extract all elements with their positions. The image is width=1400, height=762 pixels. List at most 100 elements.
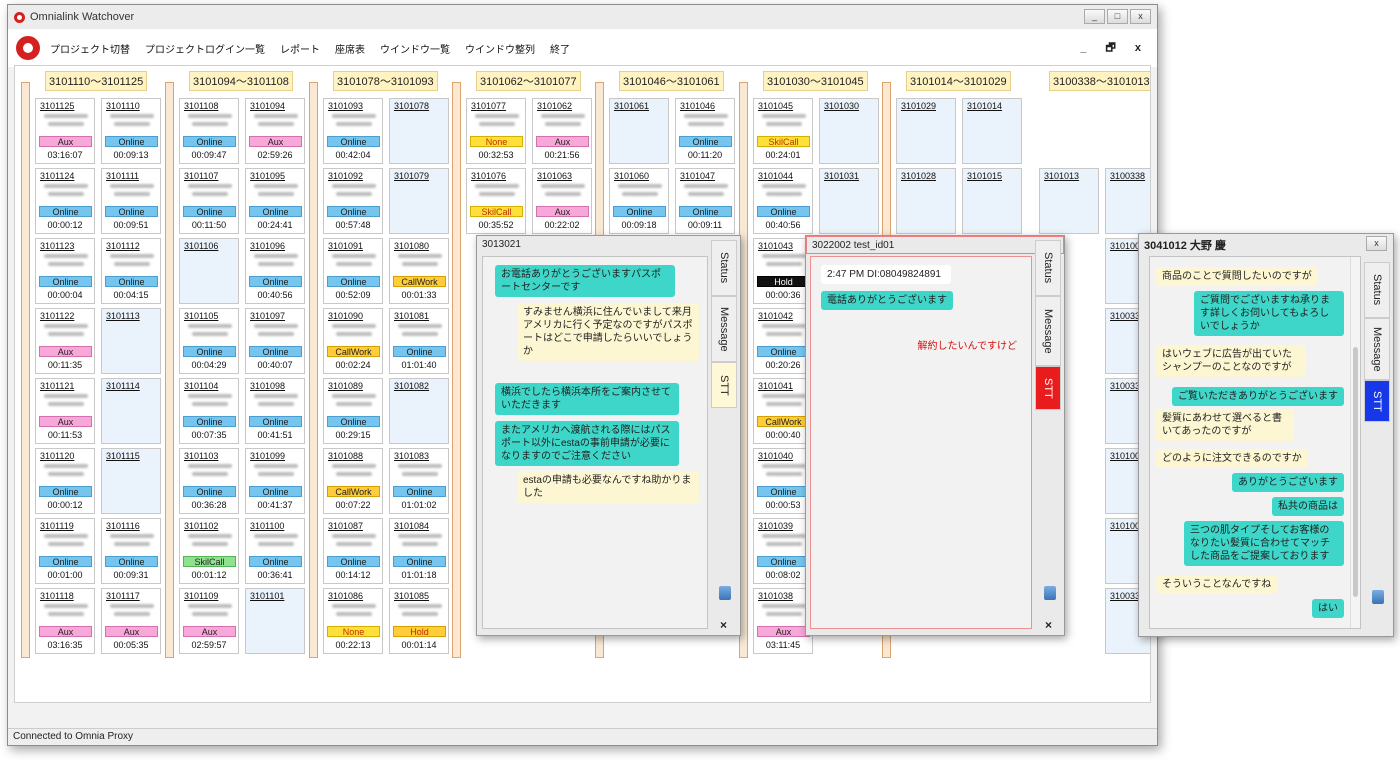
seat-id-link[interactable]: 3101028 <box>901 171 936 181</box>
seat-id-link[interactable]: 3101031 <box>824 171 859 181</box>
seat-card[interactable]: 3101110 Online 00:09:13 <box>101 98 161 164</box>
mdi-controls[interactable]: _ 🗗 x <box>1080 39 1149 58</box>
seat-id-link[interactable]: 3101112 <box>106 241 140 251</box>
seat-card[interactable]: 3101044 Online 00:40:56 <box>753 168 813 234</box>
close-icon[interactable]: × <box>720 618 727 632</box>
close-button[interactable]: x <box>1130 9 1151 24</box>
seat-card[interactable]: 3101120 Online 00:00:12 <box>35 448 95 514</box>
seat-id-link[interactable]: 3101104 <box>184 381 218 391</box>
seat-card[interactable]: 3101125 Aux 03:16:07 <box>35 98 95 164</box>
seat-id-link[interactable]: 3101042 <box>758 311 793 321</box>
seat-id-link[interactable]: 3101061 <box>614 101 649 111</box>
seat-card[interactable]: 3101080 CallWork 00:01:33 <box>389 238 449 304</box>
close-button[interactable]: x <box>1366 236 1387 251</box>
seat-id-link[interactable]: 3101124 <box>40 171 74 181</box>
seat-card[interactable]: 3101045 SkilCall 00:24:01 <box>753 98 813 164</box>
seat-id-link[interactable]: 3101086 <box>328 591 363 601</box>
seat-card[interactable]: 3101113 <box>101 308 161 374</box>
seat-card[interactable]: 3101090 CallWork 00:02:24 <box>323 308 383 374</box>
seat-card[interactable]: 3101118 Aux 03:16:35 <box>35 588 95 654</box>
seat-card[interactable]: 3101091 Online 00:52:09 <box>323 238 383 304</box>
seat-id-link[interactable]: 3101117 <box>106 591 140 601</box>
seat-id-link[interactable]: 3101103 <box>184 451 218 461</box>
seat-id-link[interactable]: 3101060 <box>614 171 649 181</box>
seat-card[interactable]: 3101015 <box>962 168 1022 234</box>
seat-id-link[interactable]: 3101113 <box>106 311 140 321</box>
seat-card[interactable]: 3101085 Hold 00:01:14 <box>389 588 449 654</box>
menu-project-login-list[interactable]: プロジェクトログイン一覧 <box>145 41 265 56</box>
seat-id-link[interactable]: 3101047 <box>680 171 715 181</box>
minimize-button[interactable]: _ <box>1084 9 1105 24</box>
seat-id-link[interactable]: 3101093 <box>328 101 363 111</box>
seat-card[interactable]: 3101122 Aux 00:11:35 <box>35 308 95 374</box>
seat-id-link[interactable]: 3101085 <box>394 591 429 601</box>
seat-id-link[interactable]: 3101014 <box>967 101 1002 111</box>
seat-id-link[interactable]: 3101118 <box>40 591 74 601</box>
seat-id-link[interactable]: 3101079 <box>394 171 429 181</box>
menu-seating-chart[interactable]: 座席表 <box>335 41 365 56</box>
seat-id-link[interactable]: 3101105 <box>184 311 218 321</box>
seat-id-link[interactable]: 3101107 <box>184 171 218 181</box>
seat-id-link[interactable]: 3101046 <box>680 101 715 111</box>
seat-card[interactable]: 3101108 Online 00:09:47 <box>179 98 239 164</box>
seat-card[interactable]: 3101043 Hold 00:00:36 <box>753 238 813 304</box>
seat-card[interactable]: 3101109 Aux 02:59:57 <box>179 588 239 654</box>
tab-stt[interactable]: STT <box>1364 380 1390 422</box>
seat-card[interactable]: 3100338 <box>1105 168 1150 234</box>
close-icon[interactable]: × <box>1045 618 1052 632</box>
seat-id-link[interactable]: 3101078 <box>394 101 429 111</box>
seat-card[interactable]: 3101106 <box>179 238 239 304</box>
seat-id-link[interactable]: 3101092 <box>328 171 363 181</box>
seat-card[interactable]: 3101105 Online 00:04:29 <box>179 308 239 374</box>
seat-card[interactable]: 3101014 <box>962 98 1022 164</box>
seat-card[interactable]: 3101093 Online 00:42:04 <box>323 98 383 164</box>
seat-id-link[interactable]: 3101122 <box>40 311 74 321</box>
seat-id-link[interactable]: 3101108 <box>184 101 218 111</box>
seat-card[interactable]: 3101083 Online 01:01:02 <box>389 448 449 514</box>
seat-card[interactable]: 3101039 Online 00:08:02 <box>753 518 813 584</box>
seat-card[interactable]: 3101076 SkilCall 00:35:52 <box>466 168 526 234</box>
seat-card[interactable]: 3101115 <box>101 448 161 514</box>
maximize-button[interactable]: □ <box>1107 9 1128 24</box>
seat-id-link[interactable]: 3101015 <box>967 171 1002 181</box>
attach-icon[interactable] <box>719 586 731 600</box>
seat-card[interactable]: 3101077 None 00:32:53 <box>466 98 526 164</box>
menu-window-list[interactable]: ウインドウ一覧 <box>380 41 450 56</box>
menu-window-arrange[interactable]: ウインドウ整列 <box>465 41 535 56</box>
seat-card[interactable]: 3101088 CallWork 00:07:22 <box>323 448 383 514</box>
seat-id-link[interactable]: 3101115 <box>106 451 140 461</box>
seat-id-link[interactable]: 3101088 <box>328 451 363 461</box>
seat-card[interactable]: 3101062 Aux 00:21:56 <box>532 98 592 164</box>
tab-status[interactable]: Status <box>711 240 737 296</box>
seat-card[interactable]: 3101114 <box>101 378 161 444</box>
seat-id-link[interactable]: 3101109 <box>184 591 218 601</box>
seat-id-link[interactable]: 3101102 <box>184 521 218 531</box>
seat-id-link[interactable]: 3101097 <box>250 311 285 321</box>
seat-id-link[interactable]: 3101111 <box>106 171 139 181</box>
chat-scrollbar[interactable] <box>1350 257 1360 628</box>
seat-card[interactable]: 3101092 Online 00:57:48 <box>323 168 383 234</box>
seat-id-link[interactable]: 3101029 <box>901 101 936 111</box>
seat-card[interactable]: 3101042 Online 00:20:26 <box>753 308 813 374</box>
tab-stt[interactable]: STT <box>711 362 737 408</box>
seat-id-link[interactable]: 3101125 <box>40 101 74 111</box>
seat-id-link[interactable]: 3101094 <box>250 101 285 111</box>
seat-card[interactable]: 3101112 Online 00:04:15 <box>101 238 161 304</box>
seat-id-link[interactable]: 3101123 <box>40 241 74 251</box>
seat-card[interactable]: 3101079 <box>389 168 449 234</box>
seat-card[interactable]: 3101116 Online 00:09:31 <box>101 518 161 584</box>
seat-card[interactable]: 3101097 Online 00:40:07 <box>245 308 305 374</box>
seat-card[interactable]: 3101094 Aux 02:59:26 <box>245 98 305 164</box>
seat-card[interactable]: 3101123 Online 00:00:04 <box>35 238 95 304</box>
seat-id-link[interactable]: 3101098 <box>250 381 285 391</box>
seat-id-link[interactable]: 3101044 <box>758 171 793 181</box>
seat-card[interactable]: 3101060 Online 00:09:18 <box>609 168 669 234</box>
seat-card[interactable]: 3101089 Online 00:29:15 <box>323 378 383 444</box>
seat-card[interactable]: 3101121 Aux 00:11:53 <box>35 378 95 444</box>
seat-id-link[interactable]: 3101080 <box>394 241 429 251</box>
menu-report[interactable]: レポート <box>280 41 320 56</box>
seat-id-link[interactable]: 3101082 <box>394 381 429 391</box>
seat-id-link[interactable]: 3101116 <box>106 521 140 531</box>
seat-id-link[interactable]: 3101084 <box>394 521 429 531</box>
seat-id-link[interactable]: 3101041 <box>758 381 793 391</box>
